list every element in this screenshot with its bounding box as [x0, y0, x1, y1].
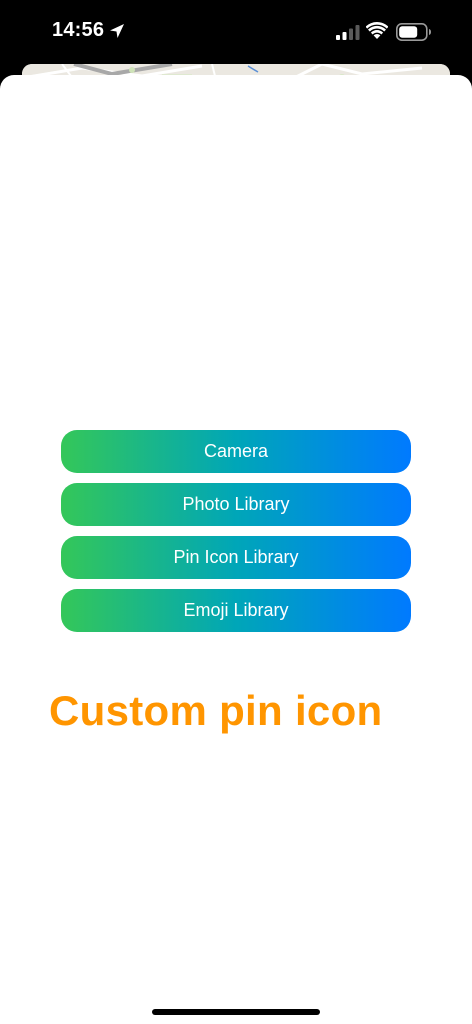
- camera-button[interactable]: Camera: [61, 430, 411, 473]
- home-indicator[interactable]: [152, 1009, 320, 1015]
- location-arrow-icon: [110, 24, 124, 38]
- photo-library-button[interactable]: Photo Library: [61, 483, 411, 526]
- custom-pin-icon-title: Custom pin icon: [49, 687, 383, 734]
- pin-icon-library-button[interactable]: Pin Icon Library: [61, 536, 411, 579]
- modal-sheet: Camera Photo Library Pin Icon Library Em…: [0, 75, 472, 1024]
- battery-icon: [396, 23, 431, 41]
- cellular-signal-icon: [336, 25, 360, 40]
- status-bar: 14:56: [0, 0, 472, 64]
- source-button-stack: Camera Photo Library Pin Icon Library Em…: [61, 430, 411, 642]
- screen: 14:56 Camera Photo Library Pin Icon Libr…: [0, 0, 472, 1024]
- emoji-library-button[interactable]: Emoji Library: [61, 589, 411, 632]
- wifi-icon: [366, 22, 388, 39]
- status-time: 14:56: [52, 19, 105, 41]
